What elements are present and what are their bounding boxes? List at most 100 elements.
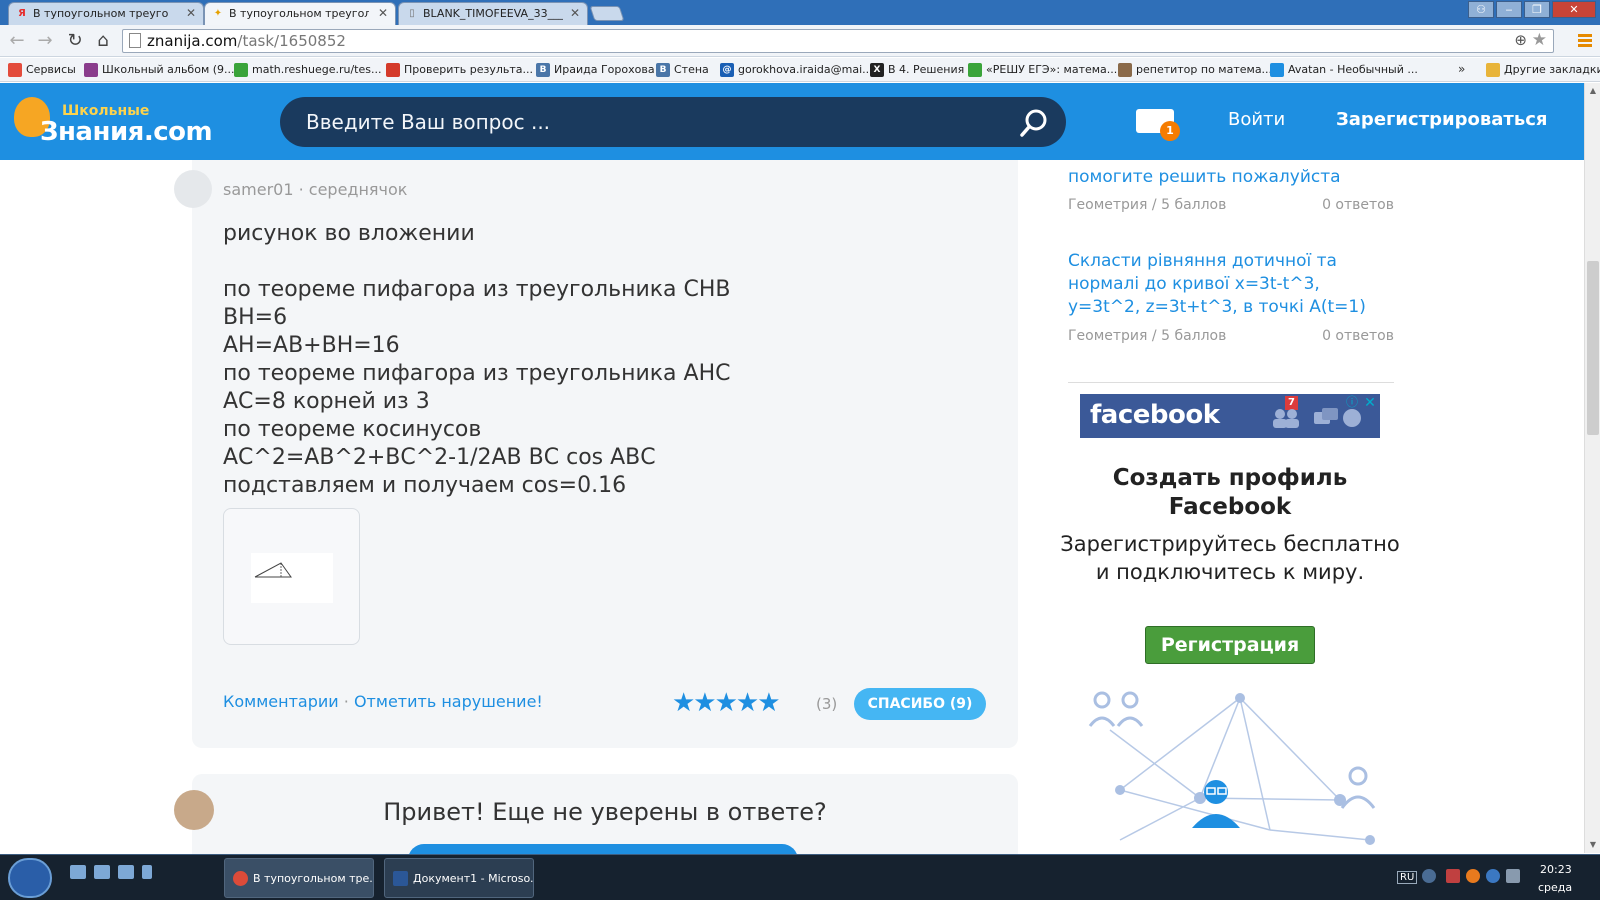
bookmark-item[interactable]: репетитор по матема... [1118, 62, 1272, 78]
taskbar-word[interactable]: Документ1 - Microso... [384, 858, 534, 898]
messages-button[interactable]: 1 [1136, 107, 1180, 141]
ad-close-icon[interactable]: ✕ [1361, 394, 1379, 412]
user-icon[interactable]: ⚇ [1468, 1, 1494, 18]
skype-icon[interactable] [1486, 869, 1500, 883]
bookmark-item[interactable]: math.reshuege.ru/tes... [234, 62, 381, 78]
zoom-icon[interactable]: ⊕ [1514, 31, 1527, 49]
minimize-icon[interactable]: ‒ [1496, 1, 1522, 18]
close-tab-icon[interactable]: ✕ [378, 3, 388, 24]
bookmark-label: Стена [674, 63, 709, 76]
answer-author[interactable]: samer01 · середнячок [223, 180, 407, 199]
clock-time[interactable]: 20:23 [1540, 863, 1572, 876]
ad-info-icon[interactable]: ⓘ [1344, 394, 1360, 410]
bookmark-item[interactable]: Проверить результа... [386, 62, 533, 78]
switch-windows-icon[interactable] [94, 865, 110, 879]
avast-icon[interactable] [1466, 869, 1480, 883]
triangle-drawing-icon [251, 553, 333, 603]
bookmark-label: Школьный альбом (9... [102, 63, 235, 76]
facebook-ad-banner[interactable]: facebook 7 [1080, 394, 1380, 438]
close-tab-icon[interactable]: ✕ [186, 3, 196, 24]
forward-icon[interactable]: → [34, 30, 56, 52]
bookmark-label: Сервисы [26, 63, 76, 76]
bookmark-item[interactable]: Сервисы [8, 62, 76, 78]
author-avatar[interactable] [174, 170, 212, 208]
chrome-menu-icon[interactable] [1578, 34, 1592, 49]
taskbar-chrome[interactable]: В тупоугольном тре... [224, 858, 374, 898]
close-window-icon[interactable]: ✕ [1552, 1, 1596, 18]
address-bar[interactable]: znanija.com/task/1650852 ⊕ ★ [122, 29, 1554, 53]
attachment-thumbnail[interactable] [223, 508, 360, 645]
more-bookmarks-button[interactable]: » [1458, 62, 1465, 76]
browser-tab-2[interactable]: ✦ В тупоугольном треуголь ✕ [204, 2, 396, 25]
document-icon[interactable] [142, 865, 152, 879]
sidebar-question-meta: Геометрия / 5 баллов [1068, 328, 1226, 344]
language-indicator[interactable]: RU [1397, 871, 1418, 884]
url-text[interactable]: znanija.com/task/1650852 [147, 30, 346, 52]
bookmark-label: math.reshuege.ru/tes... [252, 63, 382, 76]
bookmark-item[interactable]: Avatan - Необычный ... [1270, 62, 1418, 78]
bookmark-label: Ираида Горохова [554, 63, 655, 76]
facebook-logo: facebook [1090, 400, 1220, 430]
register-link[interactable]: Зарегистрироваться [1336, 109, 1547, 130]
rating-count: (3) [816, 695, 838, 713]
volume-icon[interactable] [1506, 869, 1520, 883]
search-icon[interactable] [1018, 107, 1050, 139]
bookmark-item[interactable]: X В 4. Решения [870, 62, 964, 78]
scroll-thumb[interactable] [1587, 261, 1599, 435]
restore-icon[interactable]: ❐ [1524, 1, 1550, 18]
page-scrollbar[interactable]: ▲ ▼ [1584, 83, 1600, 853]
bookmark-item[interactable]: «РЕШУ ЕГЭ»: матема... [968, 62, 1117, 78]
scroll-up-icon[interactable]: ▲ [1585, 83, 1600, 99]
explorer-icon[interactable] [118, 865, 134, 879]
show-desktop-icon[interactable] [70, 865, 86, 879]
avatan-icon [1270, 63, 1284, 77]
meta-separator: / [1151, 197, 1157, 213]
reload-icon[interactable]: ↻ [64, 30, 86, 52]
flag-icon[interactable] [1446, 869, 1460, 883]
login-link[interactable]: Войти [1228, 109, 1285, 130]
sidebar-question-link[interactable]: помогите решить пожалуйста [1068, 166, 1388, 189]
report-link[interactable]: Отметить нарушение! [354, 692, 543, 711]
x-icon: X [870, 63, 884, 77]
close-tab-icon[interactable]: ✕ [570, 3, 580, 24]
question-subject[interactable]: Геометрия [1068, 328, 1147, 344]
person-icon [1118, 63, 1132, 77]
home-icon[interactable]: ⌂ [92, 30, 114, 52]
clock-day[interactable]: среда [1538, 881, 1572, 894]
bookmark-item[interactable]: B Стена [656, 62, 709, 78]
back-icon[interactable]: ← [6, 30, 28, 52]
answer-text: рисунок во вложении по теореме пифагора … [223, 221, 731, 498]
vk-icon: B [656, 63, 670, 77]
start-button[interactable] [8, 858, 52, 898]
bookmark-star-icon[interactable]: ★ [1532, 30, 1547, 50]
tree-icon [386, 63, 400, 77]
thanks-button[interactable]: СПАСИБО (9) [854, 688, 986, 720]
question-subject[interactable]: Геометрия [1068, 197, 1147, 213]
browser-tab-1[interactable]: Я В тупоугольном треуго ✕ [8, 2, 204, 25]
bookmark-label: gorokhova.iraida@mai... [738, 63, 873, 76]
search-input[interactable] [306, 97, 986, 147]
windows-taskbar: В тупоугольном тре... Документ1 - Micros… [0, 854, 1600, 900]
rating-stars[interactable]: ★★★★★ [672, 690, 781, 716]
browser-toolbar: ← → ↻ ⌂ znanija.com/task/1650852 ⊕ ★ [0, 25, 1600, 57]
scroll-down-icon[interactable]: ▼ [1585, 837, 1600, 853]
comments-link[interactable]: Комментарии [223, 692, 339, 711]
new-tab-button[interactable] [589, 6, 625, 21]
task-label: В тупоугольном тре... [253, 872, 374, 885]
ad-description: Зарегистрируйтесь бесплатно и подключите… [1060, 532, 1400, 584]
folder-icon [1486, 63, 1500, 77]
bookmark-label: Avatan - Необычный ... [1288, 63, 1418, 76]
apps-icon [8, 63, 22, 77]
bookmark-item[interactable]: @ gorokhova.iraida@mai... [720, 62, 873, 78]
help-icon[interactable] [1422, 869, 1436, 883]
site-logo[interactable]: Школьные Знания.com [14, 95, 213, 147]
bookmark-item[interactable]: B Ираида Горохова [536, 62, 655, 78]
messages-badge: 1 [1160, 121, 1180, 141]
other-bookmarks[interactable]: Другие закладки [1486, 62, 1600, 78]
yandex-favicon-icon: Я [18, 8, 26, 19]
ad-register-button[interactable]: Регистрация [1145, 626, 1315, 664]
bookmark-item[interactable]: Школьный альбом (9... [84, 62, 235, 78]
sidebar-question-link[interactable]: Скласти рівняння дотичної та нормалі до … [1068, 250, 1388, 319]
browser-tab-3[interactable]: ▯ BLANK_TIMOFEEVA_33___3 ✕ [398, 2, 588, 25]
ad-title[interactable]: Создать профиль Facebook [1060, 464, 1400, 522]
